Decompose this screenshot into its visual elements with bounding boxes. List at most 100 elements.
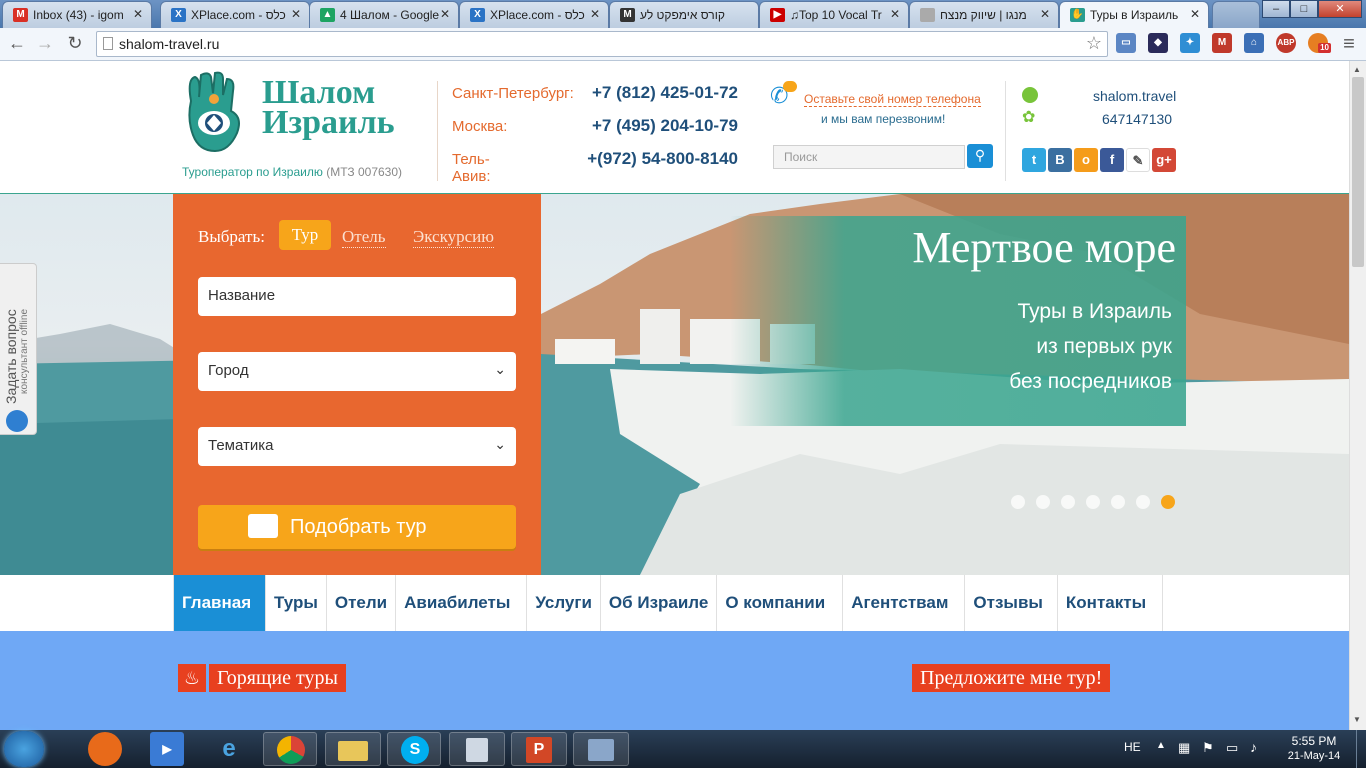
nav-item-services[interactable]: Услуги	[527, 575, 601, 631]
bookmark-star-icon[interactable]: ☆	[1086, 33, 1102, 54]
browser-tab[interactable]: M Inbox (43) - igom ✕	[2, 1, 152, 28]
hamsa-logo-icon[interactable]	[181, 71, 251, 153]
callback-link[interactable]: Оставьте свой номер телефона	[804, 92, 981, 107]
nav-item-hotels[interactable]: Отели	[327, 575, 397, 631]
scroll-thumb[interactable]	[1352, 77, 1364, 267]
chrome-icon[interactable]	[263, 732, 317, 766]
browser-tab-active[interactable]: ✋ Туры в Израиль ✕	[1059, 1, 1209, 28]
ext-icon[interactable]: 10	[1308, 33, 1331, 53]
skype-contact[interactable]: shalom.travel	[1093, 88, 1176, 104]
internet-explorer-icon[interactable]: e	[211, 732, 247, 766]
slider-dot[interactable]	[1036, 495, 1050, 509]
ask-question-widget[interactable]: Задать вопрос консультант offline	[0, 263, 37, 435]
minimize-button[interactable]: –	[1262, 0, 1290, 18]
city-select[interactable]: Город ⌄	[198, 352, 516, 391]
new-tab-button[interactable]	[1212, 1, 1260, 28]
livejournal-icon[interactable]: ✎	[1126, 148, 1150, 172]
folder-ext-icon[interactable]: ▭	[1116, 33, 1136, 53]
phone-number[interactable]: +(972) 54-800-8140	[578, 149, 738, 169]
network-icon[interactable]: ▦	[1178, 740, 1190, 756]
language-indicator[interactable]: HE	[1124, 740, 1141, 754]
close-tab-icon[interactable]: ✕	[440, 7, 450, 21]
twitter-icon[interactable]: t	[1022, 148, 1046, 172]
ext-icon[interactable]: ⌂	[1244, 33, 1264, 53]
phone-city: Санкт-Петербург:	[452, 85, 574, 102]
phone-number[interactable]: +7 (495) 204-10-79	[578, 116, 738, 136]
option-tour[interactable]: Тур	[279, 220, 331, 250]
address-bar[interactable]: shalom-travel.ru ☆	[96, 31, 1108, 57]
close-tab-icon[interactable]: ✕	[1190, 7, 1200, 21]
browser-tab[interactable]: מנגו | שיווק מנצח ✕	[909, 1, 1059, 28]
search-button[interactable]: ⚲	[967, 144, 993, 168]
app-icon[interactable]	[573, 732, 629, 766]
close-tab-icon[interactable]: ✕	[133, 7, 143, 21]
facebook-icon[interactable]: f	[1100, 148, 1124, 172]
logo-text[interactable]: Шалом Израиль	[262, 76, 395, 140]
hot-tours-link[interactable]: Горящие туры	[209, 664, 346, 692]
browser-tab[interactable]: ▲ 4 Шалом - Google ✕	[309, 1, 459, 28]
gmail-ext-icon[interactable]: M	[1212, 33, 1232, 53]
ext-icon[interactable]: ✦	[1180, 33, 1200, 53]
scroll-down-icon[interactable]: ▼	[1353, 715, 1361, 724]
slider-dot[interactable]	[1011, 495, 1025, 509]
slider-dot-active[interactable]	[1161, 495, 1175, 509]
search-input[interactable]: Поиск	[773, 145, 965, 169]
slider-dot[interactable]	[1061, 495, 1075, 509]
close-tab-icon[interactable]: ✕	[890, 7, 900, 21]
skype-icon[interactable]: S	[387, 732, 441, 766]
find-tour-button[interactable]: Подобрать тур	[198, 505, 516, 549]
ext-icon[interactable]: ◆	[1148, 33, 1168, 53]
display-icon[interactable]: ▭	[1226, 740, 1238, 756]
adblock-icon[interactable]: ABP	[1276, 33, 1296, 53]
vkontakte-icon[interactable]: B	[1048, 148, 1072, 172]
close-tab-icon[interactable]: ✕	[590, 7, 600, 21]
phone-number[interactable]: +7 (812) 425-01-72	[578, 83, 738, 103]
maximize-button[interactable]: □	[1290, 0, 1318, 18]
explorer-icon[interactable]	[325, 732, 381, 766]
start-button[interactable]	[4, 731, 44, 767]
nav-item-tours[interactable]: Туры	[266, 575, 327, 631]
page-scrollbar[interactable]: ▲ ▼	[1349, 61, 1366, 730]
nav-item-agencies[interactable]: Агентствам	[843, 575, 966, 631]
reload-icon[interactable]: ↻	[64, 33, 86, 54]
powerpoint-icon[interactable]: P	[511, 732, 567, 766]
scroll-up-icon[interactable]: ▲	[1353, 65, 1361, 74]
google-plus-icon[interactable]: g+	[1152, 148, 1176, 172]
close-tab-icon[interactable]: ✕	[291, 7, 301, 21]
slider-dot[interactable]	[1086, 495, 1100, 509]
clock[interactable]: 5:55 PM 21-May-14	[1284, 734, 1344, 764]
show-desktop-button[interactable]	[1356, 730, 1366, 768]
option-hotel[interactable]: Отель	[342, 227, 386, 248]
option-excursion[interactable]: Экскурсию	[413, 227, 494, 248]
show-hidden-icons[interactable]: ▲	[1156, 740, 1166, 751]
calculator-icon[interactable]	[449, 732, 505, 766]
close-window-button[interactable]: ✕	[1318, 0, 1362, 18]
odnoklassniki-icon[interactable]: o	[1074, 148, 1098, 172]
slider-dot[interactable]	[1111, 495, 1125, 509]
nav-item-about-company[interactable]: О компании	[717, 575, 844, 631]
browser-tab[interactable]: X XPlace.com - כלס ✕	[459, 1, 609, 28]
nav-item-contacts[interactable]: Контакты	[1058, 575, 1164, 631]
nav-item-about-israel[interactable]: Об Израиле	[601, 575, 718, 631]
windows-taskbar: ▶ e S P HE ▲ ▦ ⚑ ▭ ♪ 5:55 PM 21-May-14	[0, 730, 1366, 768]
firefox-icon[interactable]	[88, 732, 122, 766]
slider-dot[interactable]	[1136, 495, 1150, 509]
browser-tab[interactable]: M קורס אימפקט לע	[609, 1, 759, 28]
theme-select[interactable]: Тематика ⌄	[198, 427, 516, 466]
name-input[interactable]: Название	[198, 277, 516, 316]
callback-subtext: и мы вам перезвоним!	[821, 112, 946, 126]
nav-item-home[interactable]: Главная	[174, 575, 266, 631]
back-icon[interactable]: ←	[6, 33, 28, 54]
menu-icon[interactable]: ≡	[1338, 33, 1360, 56]
action-center-icon[interactable]: ⚑	[1202, 740, 1214, 756]
browser-tab[interactable]: X XPlace.com - כלס ✕	[160, 1, 310, 28]
nav-item-reviews[interactable]: Отзывы	[965, 575, 1058, 631]
close-tab-icon[interactable]: ✕	[1040, 7, 1050, 21]
nav-item-flights[interactable]: Авиабилеты	[396, 575, 528, 631]
forward-icon[interactable]: →	[34, 33, 56, 54]
volume-icon[interactable]: ♪	[1250, 739, 1257, 755]
offer-tour-button[interactable]: Предложите мне тур!	[912, 664, 1111, 692]
browser-tab[interactable]: ▶ ♫Top 10 Vocal Tr ✕	[759, 1, 909, 28]
media-player-icon[interactable]: ▶	[150, 732, 184, 766]
icq-contact[interactable]: 647147130	[1102, 111, 1172, 127]
